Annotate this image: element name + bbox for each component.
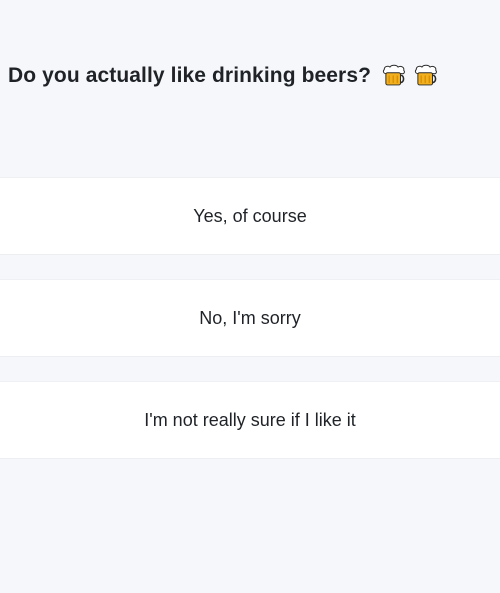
answer-option-not-sure[interactable]: I'm not really sure if I like it	[0, 381, 500, 459]
answer-label: No, I'm sorry	[199, 307, 301, 328]
answer-list: Yes, of course No, I'm sorry I'm not rea…	[0, 177, 500, 459]
question-text: Do you actually like drinking beers?	[8, 64, 372, 87]
answer-option-yes[interactable]: Yes, of course	[0, 177, 500, 255]
answer-label: Yes, of course	[193, 205, 307, 226]
question-heading: Do you actually like drinking beers?	[8, 58, 492, 94]
answer-option-no[interactable]: No, I'm sorry	[0, 279, 500, 357]
beer-mug-icon	[382, 64, 405, 86]
answer-label: I'm not really sure if I like it	[144, 409, 356, 430]
beer-mug-icon	[414, 64, 437, 86]
